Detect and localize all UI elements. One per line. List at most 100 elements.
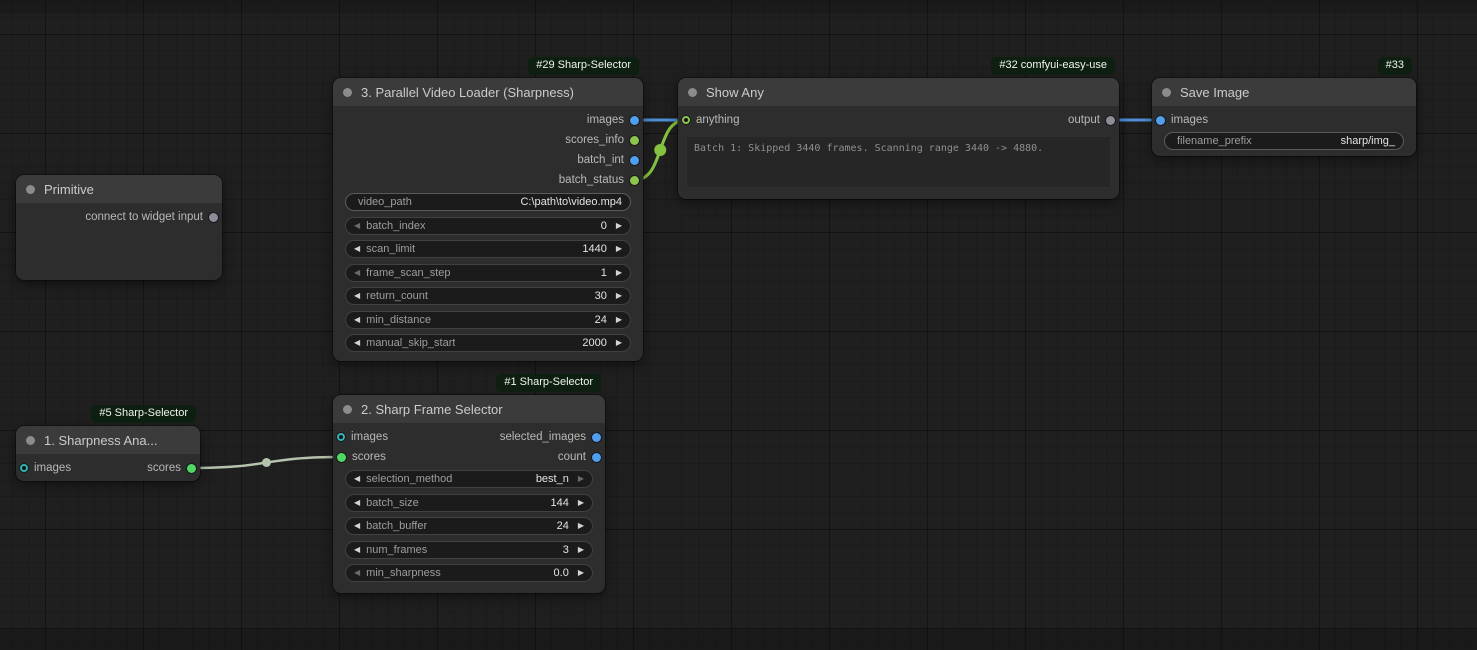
node-sharpness-analyzer[interactable]: #5 Sharp-Selector 1. Sharpness Ana... im… [16, 426, 200, 481]
widget-increment-arrow-icon[interactable]: ▶ [616, 339, 622, 347]
selector-widget-min_sharpness[interactable]: ◀ min_sharpness 0.0 ▶ [345, 564, 593, 582]
slot-label: images [34, 462, 71, 474]
loader-batch_status-output-port[interactable] [630, 176, 639, 185]
node-header[interactable]: Primitive [16, 175, 222, 203]
collapse-dot-icon[interactable] [688, 88, 697, 97]
widget-label: batch_index [366, 220, 425, 232]
widget-increment-arrow-icon[interactable]: ▶ [578, 569, 584, 577]
widget-decrement-arrow-icon[interactable]: ◀ [354, 292, 360, 300]
widget-decrement-arrow-icon[interactable]: ◀ [354, 245, 360, 253]
loader-widget-scan_limit[interactable]: ◀scan_limit1440▶ [345, 240, 631, 258]
selector-widget-selection_method[interactable]: ◀selection_methodbest_n▶ [345, 470, 593, 488]
primitive-connect-to-widget-input-output-port[interactable] [209, 213, 218, 222]
loader-widget-return_count[interactable]: ◀return_count30▶ [345, 287, 631, 305]
loader-widget-frame_scan_step[interactable]: ◀frame_scan_step1▶ [345, 264, 631, 282]
node-header[interactable]: Show Any [678, 78, 1119, 106]
node-show-any[interactable]: #32 comfyui-easy-use Show Any anythingou… [678, 78, 1119, 199]
widget-decrement-arrow-icon[interactable]: ◀ [354, 339, 360, 347]
loader-batch_int-output-port[interactable] [630, 156, 639, 165]
widget-decrement-arrow-icon[interactable]: ◀ [354, 269, 360, 277]
slot-label: images [587, 114, 624, 126]
slot-label: batch_int [577, 154, 624, 166]
widget-value: 30 [595, 290, 607, 302]
sharpness-images-input-port[interactable] [20, 464, 28, 472]
collapse-dot-icon[interactable] [343, 88, 352, 97]
slot-row: scores_info [333, 130, 643, 150]
selector-count-output-port[interactable] [592, 453, 601, 462]
widget-increment-arrow-icon[interactable]: ▶ [616, 269, 622, 277]
slot-label: images [351, 431, 388, 443]
loader-widget-batch_index[interactable]: ◀batch_index0▶ [345, 217, 631, 235]
slot-label: scores [352, 451, 386, 463]
node-title: Show Any [706, 85, 764, 100]
widget-decrement-arrow-icon[interactable]: ◀ [354, 569, 360, 577]
collapse-dot-icon[interactable] [26, 185, 35, 194]
collapse-dot-icon[interactable] [343, 405, 352, 414]
node-header[interactable]: 2. Sharp Frame Selector [333, 395, 605, 423]
widget-decrement-arrow-icon[interactable]: ◀ [354, 222, 360, 230]
loader-widget-video_path[interactable]: video_pathC:\path\to\video.mp4 [345, 193, 631, 211]
node-title: 2. Sharp Frame Selector [361, 402, 503, 417]
widget-value: 0.0 [554, 567, 569, 579]
node-title: 1. Sharpness Ana... [44, 433, 157, 448]
show_any-output-output-port[interactable] [1106, 116, 1115, 125]
widget-increment-arrow-icon[interactable]: ▶ [616, 222, 622, 230]
show_any-anything-input-port[interactable] [682, 116, 690, 124]
slot-label: anything [696, 114, 739, 126]
widget-increment-arrow-icon[interactable]: ▶ [578, 499, 584, 507]
slot-row: scores count [333, 447, 605, 467]
widget-label: filename_prefix [1177, 135, 1252, 147]
link-midpoint-dot[interactable] [654, 144, 666, 156]
save_image-images-input-port[interactable] [1156, 116, 1165, 125]
save_image-widget-filename_prefix[interactable]: filename_prefixsharp/img_ [1164, 132, 1404, 150]
widget-increment-arrow-icon[interactable]: ▶ [616, 316, 622, 324]
collapse-dot-icon[interactable] [1162, 88, 1171, 97]
widget-decrement-arrow-icon[interactable]: ◀ [354, 499, 360, 507]
widget-value: 1 [601, 267, 607, 279]
node-save-image[interactable]: #33 Save Image images filename_prefixsha… [1152, 78, 1416, 156]
widget-decrement-arrow-icon[interactable]: ◀ [354, 475, 360, 483]
loader-widget-manual_skip_start[interactable]: ◀manual_skip_start2000▶ [345, 334, 631, 352]
widget-value: 2000 [582, 337, 606, 349]
node-header[interactable]: Save Image [1152, 78, 1416, 106]
selector-images-input-port[interactable] [337, 433, 345, 441]
node-id-badge: #29 Sharp-Selector [528, 57, 639, 75]
selector-selected_images-output-port[interactable] [592, 433, 601, 442]
widget-value: 1440 [582, 243, 606, 255]
node-header[interactable]: 1. Sharpness Ana... [16, 426, 200, 454]
node-id-badge: #32 comfyui-easy-use [991, 57, 1115, 75]
widget-value: 3 [563, 544, 569, 556]
node-graph-canvas[interactable]: #29 Sharp-Selector 3. Parallel Video Loa… [0, 0, 1477, 650]
widget-decrement-arrow-icon[interactable]: ◀ [354, 522, 360, 530]
show-any-output-textbox[interactable]: Batch 1: Skipped 3440 frames. Scanning r… [686, 136, 1111, 188]
loader-widget-min_distance[interactable]: ◀min_distance24▶ [345, 311, 631, 329]
collapse-dot-icon[interactable] [26, 436, 35, 445]
widget-label: min_sharpness [366, 567, 441, 579]
widget-increment-arrow-icon[interactable]: ▶ [578, 475, 584, 483]
loader-scores_info-output-port[interactable] [630, 136, 639, 145]
selector-widget-batch_size[interactable]: ◀batch_size144▶ [345, 494, 593, 512]
widget-increment-arrow-icon[interactable]: ▶ [578, 522, 584, 530]
link-midpoint-dot[interactable] [262, 458, 271, 467]
widget-increment-arrow-icon[interactable]: ▶ [616, 245, 622, 253]
node-primitive[interactable]: Primitive connect to widget input [16, 175, 222, 280]
widget-decrement-arrow-icon[interactable]: ◀ [354, 546, 360, 554]
widget-value: 144 [550, 497, 568, 509]
selector-scores-input-port[interactable] [337, 453, 346, 462]
sharpness-scores-output-port[interactable] [187, 464, 196, 473]
node-parallel-video-loader[interactable]: #29 Sharp-Selector 3. Parallel Video Loa… [333, 78, 643, 361]
slot-label: batch_status [559, 174, 624, 186]
node-sharp-frame-selector[interactable]: #1 Sharp-Selector 2. Sharp Frame Selecto… [333, 395, 605, 593]
slot-row: batch_int [333, 150, 643, 170]
selector-widget-num_frames[interactable]: ◀num_frames3▶ [345, 541, 593, 559]
widget-decrement-arrow-icon[interactable]: ◀ [354, 316, 360, 324]
link-scores-to-scores[interactable] [192, 457, 342, 468]
widget-label: video_path [358, 196, 412, 208]
widget-increment-arrow-icon[interactable]: ▶ [616, 292, 622, 300]
widget-increment-arrow-icon[interactable]: ▶ [578, 546, 584, 554]
slot-label: count [558, 451, 586, 463]
loader-images-output-port[interactable] [630, 116, 639, 125]
widget-label: batch_buffer [366, 520, 427, 532]
selector-widget-batch_buffer[interactable]: ◀batch_buffer24▶ [345, 517, 593, 535]
node-header[interactable]: 3. Parallel Video Loader (Sharpness) [333, 78, 643, 106]
